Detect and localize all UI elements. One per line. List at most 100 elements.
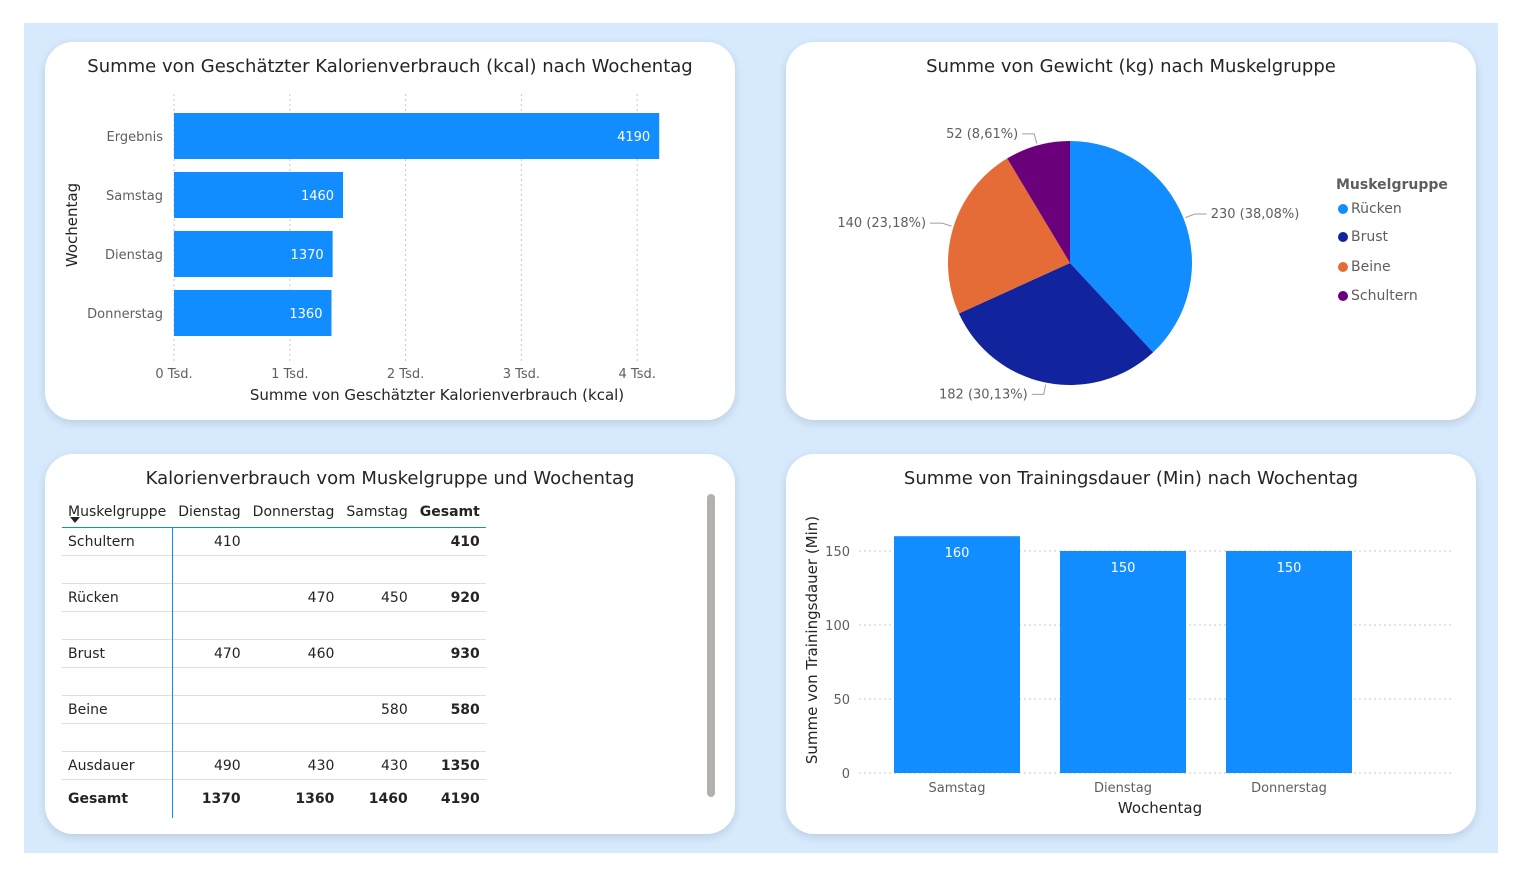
data-label: 150: [1111, 561, 1136, 576]
category-label: Dienstag: [1094, 781, 1152, 796]
legend-title: Muskelgruppe: [1336, 177, 1448, 193]
x-tick-label: 4 Tsd.: [619, 367, 656, 382]
category-label: Samstag: [929, 781, 986, 796]
matrix-cell: 430: [340, 751, 414, 780]
matrix-cell: [246, 527, 341, 556]
matrix-row-total: 410: [413, 527, 486, 556]
matrix-spacer-row: [62, 667, 486, 696]
duration-bar-chart[interactable]: 0 50 100 150 160 150 150 Samstag Dienstag Donne…: [786, 454, 1476, 834]
matrix-row: Ausdauer 490 430 430 1350: [62, 751, 486, 780]
matrix-header-donnerstag[interactable]: Donnerstag: [246, 497, 341, 528]
legend-dot-rücken: [1338, 204, 1348, 214]
y-tick-label: 100: [825, 619, 850, 634]
leader-line: [1031, 384, 1047, 395]
category-label: Ergebnis: [107, 130, 164, 145]
matrix-header-gesamt[interactable]: Gesamt: [413, 497, 486, 528]
matrix-row-total: 920: [413, 583, 486, 612]
calories-chart-card[interactable]: Summe von Geschätzter Kalorienverbrauch …: [45, 42, 735, 420]
matrix-row: Schultern 410 410: [62, 527, 486, 556]
category-label: Donnerstag: [87, 307, 163, 322]
duration-chart-card[interactable]: Summe von Trainingsdauer (Min) nach Woch…: [786, 454, 1476, 834]
matrix-row-total: 580: [413, 695, 486, 724]
dashboard-canvas: Summe von Geschätzter Kalorienverbrauch …: [24, 23, 1498, 853]
bar-ergebnis[interactable]: [174, 113, 660, 159]
matrix-cell: [172, 583, 247, 612]
data-label: 150: [1277, 561, 1302, 576]
legend-label-beine: Beine: [1351, 259, 1391, 275]
legend-item-rücken[interactable]: Rücken: [1338, 201, 1402, 217]
bar-dienstag[interactable]: [1060, 551, 1186, 773]
legend-item-brust[interactable]: Brust: [1338, 229, 1388, 245]
matrix-cell: 470: [172, 639, 247, 668]
matrix-row-header[interactable]: Schultern: [62, 527, 173, 556]
matrix-spacer-row: [62, 555, 486, 584]
category-label: Dienstag: [105, 248, 163, 263]
legend-dot-brust: [1338, 232, 1348, 242]
legend-dot-schultern: [1338, 291, 1348, 301]
matrix-row-header[interactable]: Ausdauer: [62, 751, 173, 780]
legend-label-schultern: Schultern: [1351, 288, 1418, 304]
matrix-row-header[interactable]: Beine: [62, 695, 173, 724]
matrix-header-muskelgruppe[interactable]: Muskelgruppe: [62, 497, 173, 528]
matrix-row: Brust 470 460 930: [62, 639, 486, 668]
bar-donnerstag[interactable]: [1226, 551, 1352, 773]
leader-line: [930, 222, 952, 227]
x-tick-label: 3 Tsd.: [503, 367, 540, 382]
matrix-cell: 470: [246, 583, 341, 612]
matrix-total-header: Gesamt: [62, 779, 173, 818]
data-label: 4190: [617, 130, 650, 145]
weight-chart-card[interactable]: Summe von Gewicht (kg) nach Muskelgruppe…: [786, 42, 1476, 420]
legend-label-brust: Brust: [1351, 229, 1389, 245]
y-tick-label: 150: [825, 545, 850, 560]
matrix-spacer-row: [62, 723, 486, 752]
matrix-title: Kalorienverbrauch vom Muskelgruppe und W…: [145, 468, 635, 489]
sort-descending-icon[interactable]: [70, 517, 80, 523]
matrix-cell: 450: [340, 583, 414, 612]
category-label: Donnerstag: [1251, 781, 1327, 796]
data-label: 1360: [289, 307, 322, 322]
matrix-total-row: Gesamt 1370 1360 1460 4190: [62, 779, 486, 818]
y-tick-label: 50: [833, 693, 850, 708]
matrix-cell: [172, 695, 247, 724]
matrix-card[interactable]: Kalorienverbrauch vom Muskelgruppe und W…: [45, 454, 735, 834]
data-label: 1460: [301, 189, 334, 204]
x-tick-label: 0 Tsd.: [155, 367, 192, 382]
calories-bar-chart[interactable]: 4190 1460 1370 1360 Ergebnis Samstag Dienstag…: [45, 42, 735, 420]
matrix-cell: 460: [246, 639, 341, 668]
x-tick-label: 1 Tsd.: [271, 367, 308, 382]
y-tick-label: 0: [842, 767, 850, 782]
matrix-header-dienstag[interactable]: Dienstag: [172, 497, 247, 528]
leader-line: [1185, 213, 1207, 219]
matrix-cell: [246, 695, 341, 724]
data-label: 1370: [291, 248, 324, 263]
matrix-cell: 490: [172, 751, 247, 780]
matrix-row-header[interactable]: Rücken: [62, 583, 173, 612]
matrix-total-cell: 1360: [246, 779, 341, 818]
calorie-matrix-table[interactable]: Muskelgruppe Dienstag Donnerstag Samstag…: [62, 497, 486, 818]
slice-label: 52 (8,61%): [946, 127, 1018, 142]
slice-label: 230 (38,08%): [1211, 207, 1300, 222]
matrix-cell: 410: [172, 527, 247, 556]
matrix-cell: 580: [340, 695, 414, 724]
matrix-row: Rücken 470 450 920: [62, 583, 486, 612]
matrix-grand-total: 4190: [413, 779, 486, 818]
legend-dot-beine: [1338, 262, 1348, 272]
calories-x-axis-title: Summe von Geschätzter Kalorienverbrauch …: [250, 386, 624, 404]
duration-x-axis-title: Wochentag: [1118, 799, 1202, 817]
data-label: 160: [945, 546, 970, 561]
matrix-header-row: Muskelgruppe Dienstag Donnerstag Samstag…: [62, 497, 486, 528]
duration-y-axis-title: Summe von Trainingsdauer (Min): [803, 516, 821, 764]
category-label: Samstag: [106, 189, 163, 204]
matrix-total-cell: 1370: [172, 779, 247, 818]
slice-label: 140 (23,18%): [837, 216, 926, 231]
bar-samstag[interactable]: [894, 536, 1020, 773]
matrix-cell: [340, 639, 414, 668]
matrix-header-samstag[interactable]: Samstag: [340, 497, 414, 528]
matrix-row-header[interactable]: Brust: [62, 639, 173, 668]
legend-label-rücken: Rücken: [1351, 201, 1402, 217]
legend-item-beine[interactable]: Beine: [1338, 259, 1391, 275]
legend-item-schultern[interactable]: Schultern: [1338, 288, 1418, 304]
matrix-row-total: 930: [413, 639, 486, 668]
matrix-scrollbar[interactable]: [707, 494, 715, 797]
matrix-total-cell: 1460: [340, 779, 414, 818]
